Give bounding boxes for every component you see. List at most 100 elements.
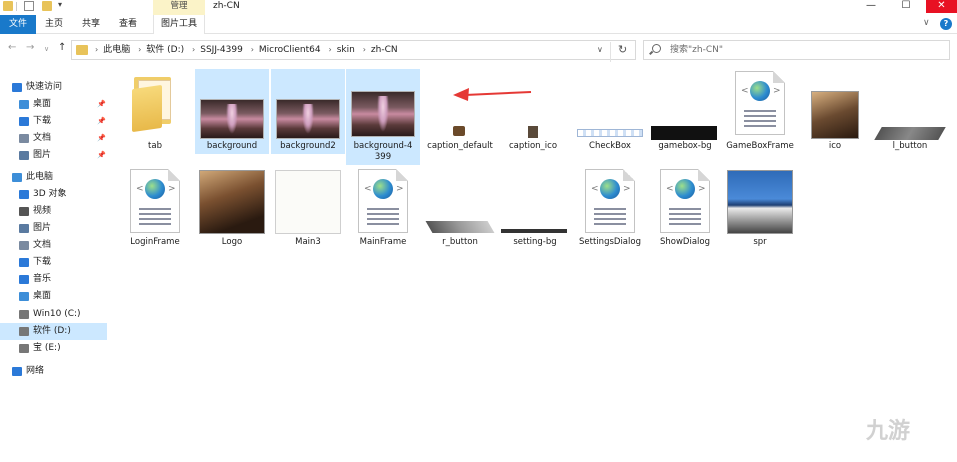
list-item[interactable]: < > ShowDialog: [648, 167, 722, 252]
file-name: spr: [753, 237, 767, 247]
sidebar-item[interactable]: 文档: [0, 237, 107, 254]
file-name: gamebox-bg: [658, 141, 712, 151]
drive-icon: [19, 344, 29, 353]
list-item-selected[interactable]: background-4399: [346, 69, 420, 165]
file-name: Logo: [221, 237, 243, 247]
customize-toolbar-chevron-icon[interactable]: ▾: [58, 0, 62, 10]
documents-icon: [19, 241, 29, 250]
sidebar-item-label: 桌面: [33, 291, 52, 301]
download-icon: [19, 258, 29, 267]
search-input[interactable]: 搜索"zh-CN": [643, 40, 950, 60]
navigation-bar: ← → ∨ ↑ › 此电脑 › 软件 (D:) › SSJJ-4399 › MicroC…: [0, 35, 957, 63]
chevron-right-icon: ›: [192, 45, 196, 54]
list-item[interactable]: setting-bg: [498, 167, 572, 252]
tab-picture-tools[interactable]: 图片工具: [153, 15, 205, 34]
list-item[interactable]: < > MainFrame: [346, 167, 420, 252]
list-item-selected[interactable]: background: [195, 69, 269, 154]
breadcrumb-item[interactable]: skin: [337, 45, 355, 55]
maximize-button[interactable]: ☐: [893, 0, 919, 13]
tab-home[interactable]: 主页: [38, 15, 70, 34]
chevron-right-icon: ›: [362, 45, 366, 54]
breadcrumb-item[interactable]: zh-CN: [371, 45, 398, 55]
list-item[interactable]: r_button: [423, 167, 497, 252]
sidebar-item[interactable]: 网络: [0, 363, 107, 380]
sidebar-item[interactable]: 软件 (D:): [0, 323, 107, 340]
list-item[interactable]: CheckBox: [573, 69, 647, 154]
tab-view[interactable]: 查看: [112, 15, 144, 34]
list-item[interactable]: spr: [723, 167, 797, 252]
file-name: MainFrame: [359, 237, 407, 247]
list-item[interactable]: caption_ico: [496, 69, 570, 154]
pictures-icon: [19, 224, 29, 233]
help-icon[interactable]: ?: [940, 18, 952, 30]
breadcrumb-item[interactable]: 软件 (D:): [146, 45, 184, 55]
image-thumbnail: [351, 91, 415, 137]
tab-file[interactable]: 文件: [0, 15, 36, 34]
file-name: tab: [148, 141, 162, 151]
folder-front: [132, 84, 162, 133]
forward-arrow-icon[interactable]: →: [26, 42, 34, 53]
list-item[interactable]: caption_default: [423, 69, 497, 154]
refresh-icon[interactable]: ↻: [610, 42, 627, 62]
file-list: tab background background2 background-43…: [108, 64, 957, 462]
sidebar-item[interactable]: 下载: [0, 254, 107, 271]
sidebar-item[interactable]: 图片 📌: [0, 147, 107, 164]
image-thumbnail: [276, 99, 340, 139]
pictures-icon: [19, 151, 29, 160]
close-button[interactable]: ✕: [926, 0, 957, 13]
sidebar-item-label: 宝 (E:): [33, 343, 61, 353]
list-item[interactable]: Logo: [195, 167, 269, 252]
sidebar-item[interactable]: 此电脑: [0, 169, 107, 186]
sidebar-item[interactable]: 文档 📌: [0, 130, 107, 147]
list-item[interactable]: l_button: [873, 69, 947, 154]
chevron-right-icon: ›: [250, 45, 254, 54]
pin-icon: 📌: [97, 117, 106, 125]
music-icon: [19, 275, 29, 284]
tab-share[interactable]: 共享: [75, 15, 107, 34]
sidebar-item-label: 此电脑: [26, 172, 54, 182]
recent-locations-chevron-icon[interactable]: ∨: [44, 45, 49, 53]
breadcrumb-item[interactable]: 此电脑: [103, 45, 130, 55]
image-thumbnail: [199, 170, 265, 234]
file-name: ShowDialog: [659, 237, 710, 247]
sidebar-item[interactable]: 桌面 📌: [0, 96, 107, 113]
sidebar-item[interactable]: 视频: [0, 203, 107, 220]
new-folder-icon[interactable]: [42, 1, 52, 11]
list-item[interactable]: < > GameBoxFrame: [723, 69, 797, 154]
file-name: ico: [828, 141, 842, 151]
sidebar-item[interactable]: 图片: [0, 220, 107, 237]
address-bar[interactable]: › 此电脑 › 软件 (D:) › SSJJ-4399 › MicroClient64 …: [71, 40, 636, 60]
breadcrumb-item[interactable]: SSJJ-4399: [200, 45, 243, 55]
sidebar-item[interactable]: 3D 对象: [0, 186, 107, 203]
expand-ribbon-chevron-icon[interactable]: ∨: [923, 18, 930, 28]
sidebar-item[interactable]: 宝 (E:): [0, 340, 107, 357]
manage-contextual-tab[interactable]: 管理: [153, 0, 205, 15]
list-item[interactable]: < > LoginFrame: [118, 167, 192, 252]
address-dropdown-chevron-icon[interactable]: ∨: [597, 45, 603, 54]
sidebar-item-label: 文档: [33, 133, 52, 143]
html-document-icon: < >: [585, 169, 635, 233]
up-arrow-icon[interactable]: ↑: [58, 42, 66, 53]
sidebar-item[interactable]: Win10 (C:): [0, 306, 107, 323]
sidebar-item[interactable]: 快速访问: [0, 79, 107, 96]
sidebar-item-label: 快速访问: [26, 82, 63, 92]
ribbon-tabs: 文件 主页 共享 查看 图片工具 ∨ ?: [0, 15, 957, 34]
list-item[interactable]: gamebox-bg: [648, 69, 722, 154]
drive-icon: [19, 310, 29, 319]
sidebar-item[interactable]: 下载 📌: [0, 113, 107, 130]
list-item[interactable]: < > SettingsDialog: [573, 167, 647, 252]
breadcrumb-item[interactable]: MicroClient64: [259, 45, 321, 55]
list-item[interactable]: Main3: [271, 167, 345, 252]
list-item[interactable]: ico: [798, 69, 872, 154]
list-item-selected[interactable]: background2: [271, 69, 345, 154]
sidebar-item[interactable]: 音乐: [0, 271, 107, 288]
chevron-right-icon: ›: [138, 45, 142, 54]
minimize-button[interactable]: —: [858, 0, 884, 13]
back-arrow-icon[interactable]: ←: [8, 42, 16, 53]
sidebar-item-label: 软件 (D:): [33, 326, 71, 336]
sidebar-item[interactable]: 桌面: [0, 288, 107, 305]
folder-icon[interactable]: [3, 1, 13, 11]
list-item[interactable]: tab: [118, 69, 192, 159]
properties-icon[interactable]: [24, 1, 34, 11]
sidebar-item-label: 3D 对象: [33, 189, 67, 199]
